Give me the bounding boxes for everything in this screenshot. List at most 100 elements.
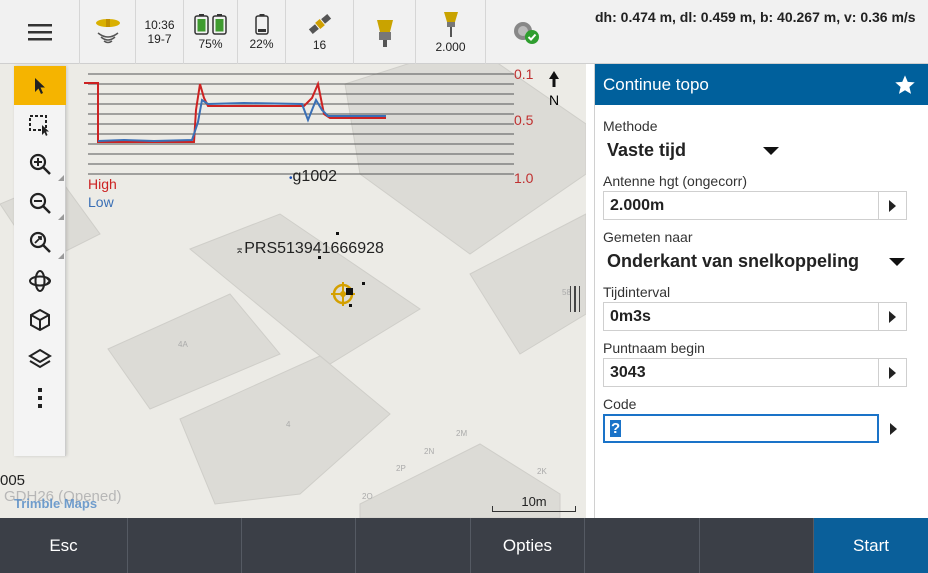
form-title: Continue topo — [603, 74, 709, 94]
north-arrow-icon — [549, 71, 559, 87]
connection-status[interactable] — [486, 0, 566, 64]
tijdinterval-field[interactable]: 0m3s — [603, 302, 907, 331]
battery-pair-icon — [193, 14, 227, 35]
more-options-icon — [38, 387, 42, 408]
code-value: ? — [610, 420, 622, 437]
favorite-star-icon[interactable] — [894, 74, 916, 96]
zoom-extents-button[interactable] — [14, 222, 66, 261]
softkey-empty-7[interactable] — [700, 518, 814, 573]
code-row: ? — [603, 414, 928, 443]
flyout-indicator-icon — [58, 253, 64, 259]
orbit-icon — [29, 269, 51, 292]
status-bar: 10:36 19-7 75% 22% 16 2.000 — [0, 0, 586, 64]
building-label: 2K — [537, 467, 547, 476]
battery-internal[interactable]: 75% — [184, 0, 238, 64]
point-label: PRS513941666928 — [244, 240, 384, 257]
zoom-out-icon — [29, 192, 51, 214]
satellites-button[interactable]: 16 — [286, 0, 354, 64]
tijdinterval-expand-button[interactable] — [878, 303, 906, 330]
orbit-button[interactable] — [14, 261, 66, 300]
map-dot — [318, 256, 321, 259]
current-position-icon — [331, 282, 365, 307]
north-arrow[interactable]: N — [545, 70, 563, 110]
continue-topo-form: Continue topo Methode Vaste tijd Antenne… — [594, 64, 928, 518]
opties-button[interactable]: Opties — [471, 518, 585, 573]
softkey-empty-6[interactable] — [585, 518, 700, 573]
gemeten-value: Onderkant van snelkoppeling — [607, 251, 860, 271]
gemeten-select[interactable]: Onderkant van snelkoppeling — [603, 247, 907, 276]
connection-ok-icon — [514, 22, 539, 44]
building-label: 2P — [396, 464, 406, 473]
puntnaam-expand-button[interactable] — [878, 359, 906, 386]
scale-label: 10m — [521, 494, 547, 509]
box-select-icon — [29, 114, 49, 136]
graph-high-label: High — [88, 176, 117, 192]
code-expand-button[interactable] — [879, 414, 907, 443]
chevron-down-icon — [763, 146, 779, 155]
methode-select[interactable]: Vaste tijd — [603, 136, 785, 165]
building-label: 2N — [424, 447, 435, 456]
point-label: g1002 — [292, 168, 338, 185]
zoom-in-button[interactable] — [14, 144, 66, 183]
code-input[interactable]: ? — [603, 414, 879, 443]
softkey-empty-2[interactable] — [128, 518, 242, 573]
antenne-expand-button[interactable] — [878, 192, 906, 219]
start-button[interactable]: Start — [814, 518, 928, 573]
antenna-height-value: 2.000 — [435, 40, 466, 54]
box-select-tool-button[interactable] — [14, 105, 66, 144]
chevron-right-icon — [889, 199, 896, 212]
form-header: Continue topo — [595, 64, 928, 105]
select-tool-button[interactable] — [14, 66, 66, 105]
zoom-in-icon — [29, 153, 51, 175]
gnss-status-button[interactable] — [80, 0, 136, 64]
battery-receiver[interactable]: 22% — [238, 0, 286, 64]
panel-resize-handle[interactable] — [568, 286, 582, 314]
puntnaam-value: 3043 — [610, 363, 646, 381]
scale-bar: 10m — [492, 492, 576, 516]
satellite-icon — [308, 13, 331, 35]
north-label: N — [548, 92, 560, 108]
antenne-field[interactable]: 2.000m — [603, 191, 907, 220]
menu-button[interactable] — [0, 0, 80, 64]
cube-view-icon — [30, 308, 50, 331]
code-label: Code — [603, 396, 637, 412]
more-options-button[interactable] — [14, 378, 66, 417]
esc-button[interactable]: Esc — [0, 518, 128, 573]
map-toolbar — [14, 66, 66, 456]
precision-graph — [84, 73, 514, 175]
satellite-count: 16 — [312, 38, 327, 52]
methode-label: Methode — [603, 118, 658, 134]
pole-antenna-icon — [443, 12, 458, 37]
map-view[interactable]: 4A 4 2M 2N 2P 2K 2O 58 0.1 0.5 1.0 High … — [0, 64, 586, 518]
flyout-indicator-icon — [58, 175, 64, 181]
softkey-empty-4[interactable] — [356, 518, 471, 573]
map-point-prs[interactable]: ⌅PRS513941666928 — [235, 240, 384, 258]
zoom-out-button[interactable] — [14, 183, 66, 222]
building-label: 2O — [362, 492, 373, 501]
layers-button[interactable] — [14, 339, 66, 378]
map-dot — [336, 232, 339, 235]
high-precision-trace — [84, 80, 386, 143]
tijdinterval-label: Tijdinterval — [603, 284, 671, 300]
building-label: 4A — [178, 340, 188, 349]
graph-low-label: Low — [88, 194, 114, 210]
time-text: 10:36 — [144, 18, 175, 32]
map-side-number: 005 — [0, 472, 26, 489]
graph-axis-mid: 0.5 — [514, 112, 534, 128]
building-label: 4 — [286, 420, 291, 429]
gemeten-label: Gemeten naar — [603, 229, 693, 245]
chevron-right-icon — [889, 366, 896, 379]
graph-axis-top: 0.1 — [514, 66, 534, 82]
softkey-bar: Esc Opties Start — [0, 518, 928, 573]
receiver-button[interactable] — [354, 0, 416, 64]
puntnaam-field[interactable]: 3043 — [603, 358, 907, 387]
antenne-label: Antenne hgt (ongecorr) — [603, 173, 747, 189]
map-point-g1002[interactable]: •g1002 — [289, 168, 337, 186]
battery-icon — [254, 14, 269, 35]
battery1-percent: 75% — [198, 37, 223, 51]
view-cube-button[interactable] — [14, 300, 66, 339]
control-point-icon: ⌅ — [235, 244, 245, 256]
tijdinterval-value: 0m3s — [610, 307, 651, 325]
antenna-height-button[interactable]: 2.000 — [416, 0, 486, 64]
softkey-empty-3[interactable] — [242, 518, 356, 573]
